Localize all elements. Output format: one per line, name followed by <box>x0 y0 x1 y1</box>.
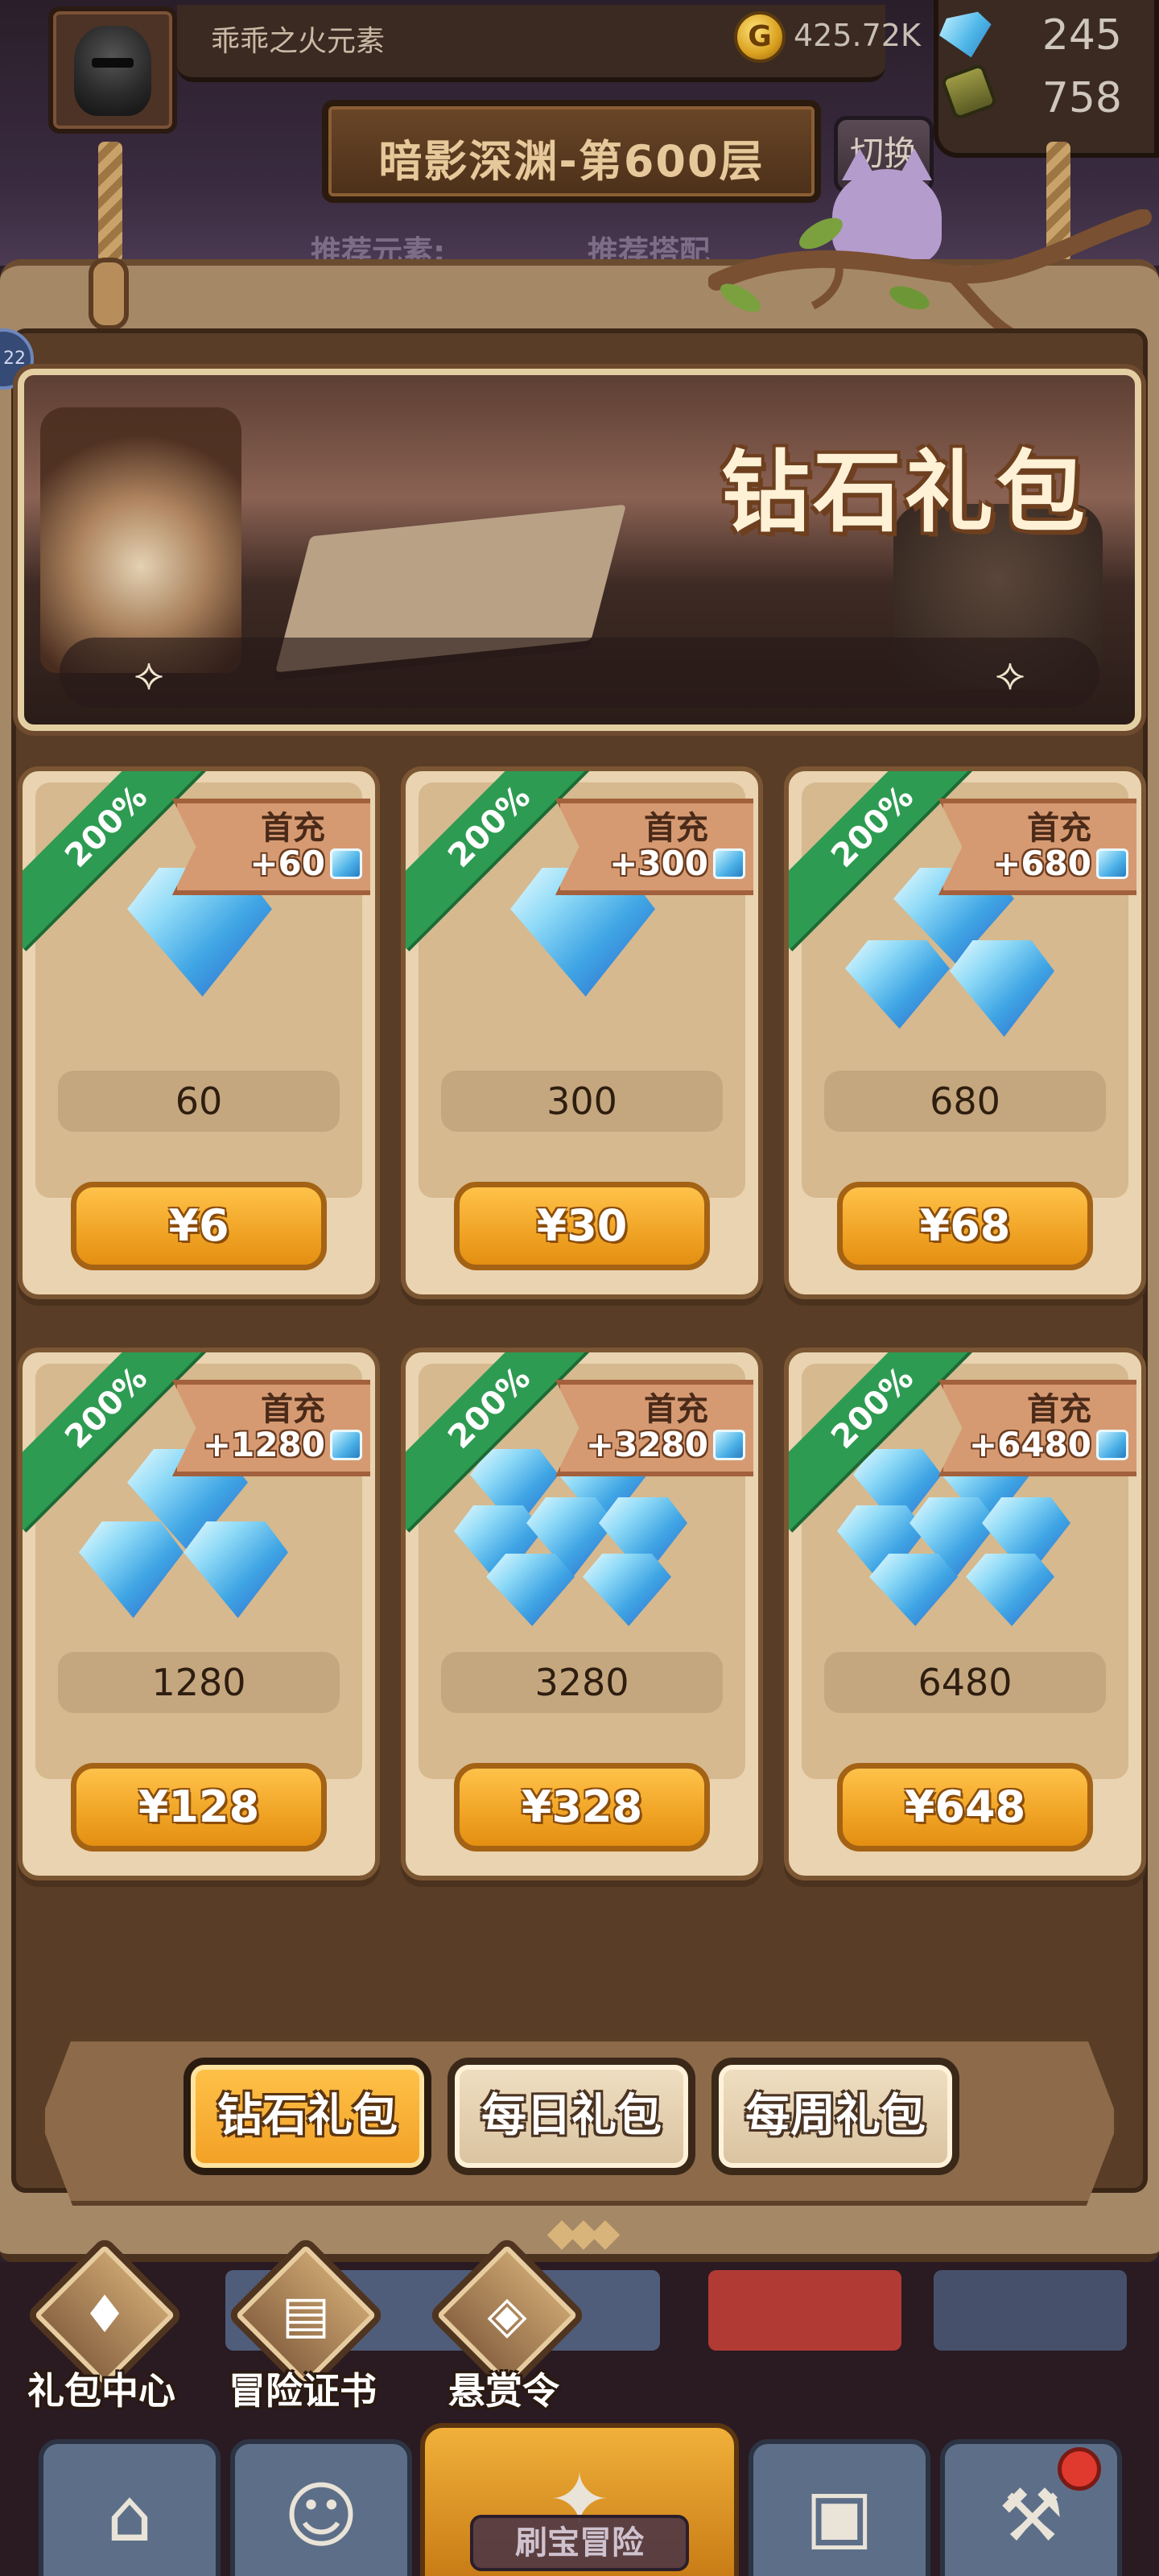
energy-count: 758 <box>1041 74 1122 122</box>
notification-dot <box>1058 2447 1101 2491</box>
banner-prev-icon[interactable]: ⟡ <box>105 652 193 697</box>
buy-button[interactable]: ¥68 <box>837 1182 1093 1270</box>
panel-hanger <box>89 258 129 330</box>
diamond-amount: 3280 <box>441 1652 723 1713</box>
gold-amount: 425.72K <box>794 18 921 53</box>
diamond-pack-card[interactable]: 200% 首充 +680 680 ¥68 <box>784 766 1146 1299</box>
rope-decoration <box>98 142 122 262</box>
diamond-amount: 6480 <box>824 1652 1106 1713</box>
hero-icon: ☺ <box>283 2474 359 2558</box>
gem-icon <box>1096 848 1128 879</box>
gem-icon <box>713 848 745 879</box>
diamond-icon <box>184 1521 288 1618</box>
quick-label: 悬赏令 <box>448 2369 559 2413</box>
hero-portrait <box>708 2270 901 2351</box>
diamond-pack-card[interactable]: 200% 首充 +1280 1280 ¥128 <box>18 1348 380 1880</box>
hero-portrait <box>934 2270 1127 2351</box>
banner-footer-bar <box>60 638 1099 708</box>
diamond-icon <box>79 1521 184 1618</box>
quick-adventure-pass[interactable]: ▤ 冒险证书 <box>222 2235 386 2413</box>
diamond-pack-card[interactable]: 200% 首充 +300 300 ¥30 <box>401 766 763 1299</box>
gold-coin-icon: G <box>734 11 786 63</box>
quick-label: 冒险证书 <box>229 2369 377 2413</box>
nav-shop[interactable]: ⌂ <box>39 2439 221 2576</box>
gem-count: 245 <box>1041 11 1122 60</box>
shop-icon: ⌂ <box>106 2474 153 2558</box>
diamond-icon <box>966 1554 1054 1626</box>
diamond-amount: 1280 <box>58 1652 340 1713</box>
quick-label: 礼包中心 <box>27 2369 175 2413</box>
forge-icon: ⚒ <box>998 2474 1064 2558</box>
gem-icon <box>713 1430 745 1460</box>
diamond-amount: 680 <box>824 1071 1106 1132</box>
stage-plate: 暗影深渊-第600层 <box>322 100 821 203</box>
buy-button[interactable]: ¥30 <box>454 1182 710 1270</box>
diamond-pack-card[interactable]: 200% 首充 +60 60 ¥6 <box>18 766 380 1299</box>
diamond-icon <box>486 1554 575 1626</box>
buy-button[interactable]: ¥648 <box>837 1763 1093 1852</box>
first-charge-label: 首充 <box>1027 810 1091 847</box>
diamond-pack-card[interactable]: 200% 首充 +3280 3280 ¥328 <box>401 1348 763 1880</box>
nav-backpack[interactable]: ▣ <box>749 2439 930 2576</box>
first-charge-bonus: +6480 <box>968 1425 1091 1464</box>
collapse-arrows-icon[interactable]: ◆◆◆ <box>515 2212 644 2252</box>
first-charge-bonus: +680 <box>992 844 1091 883</box>
diamond-icon <box>845 940 950 1029</box>
buy-button[interactable]: ¥328 <box>454 1763 710 1852</box>
diamond-icon <box>583 1554 671 1626</box>
diamond-pack-card[interactable]: 200% 首充 +6480 6480 ¥648 <box>784 1348 1146 1880</box>
first-charge-bonus: +60 <box>250 844 325 883</box>
first-charge-label: 首充 <box>644 810 708 847</box>
nav-center-label: 刷宝冒险 <box>470 2515 689 2571</box>
buy-button[interactable]: ¥128 <box>71 1763 327 1852</box>
tab-daily-pack[interactable]: 每日礼包 <box>448 2058 695 2175</box>
diamond-icon <box>950 940 1054 1037</box>
banner-title: 钻石礼包 <box>721 441 1088 544</box>
diamond-pack-banner: ⟡ ⟡ 钻石礼包 <box>18 369 1141 731</box>
buy-button[interactable]: ¥6 <box>71 1182 327 1270</box>
lantern-illustration <box>40 407 241 673</box>
tab-diamond-pack[interactable]: 钻石礼包 <box>184 2058 431 2175</box>
first-charge-label: 首充 <box>261 1391 325 1428</box>
stage-title: 暗影深渊-第600层 <box>378 136 765 187</box>
player-avatar[interactable] <box>48 6 177 134</box>
diamond-amount: 300 <box>441 1071 723 1132</box>
backpack-icon: ▣ <box>805 2474 874 2558</box>
nav-hero[interactable]: ☺ <box>230 2439 412 2576</box>
first-charge-label: 首充 <box>261 810 325 847</box>
first-charge-bonus: +1280 <box>202 1425 325 1464</box>
quick-gift-center[interactable]: ♦ 礼包中心 <box>21 2235 184 2413</box>
banner-next-icon[interactable]: ⟡ <box>966 652 1054 697</box>
tab-weekly-pack[interactable]: 每周礼包 <box>711 2058 959 2175</box>
first-charge-label: 首充 <box>644 1391 708 1428</box>
gem-icon <box>1096 1430 1128 1460</box>
knight-helmet-icon <box>74 26 151 116</box>
player-name: 乖乖之火元素 <box>211 25 386 58</box>
diamond-icon <box>869 1554 958 1626</box>
diamond-amount: 60 <box>58 1071 340 1132</box>
first-charge-bonus: +300 <box>609 844 708 883</box>
quick-bounty[interactable]: ◈ 悬赏令 <box>423 2235 587 2413</box>
gem-icon <box>330 848 362 879</box>
first-charge-label: 首充 <box>1027 1391 1091 1428</box>
first-charge-bonus: +3280 <box>585 1425 708 1464</box>
gem-icon <box>330 1430 362 1460</box>
